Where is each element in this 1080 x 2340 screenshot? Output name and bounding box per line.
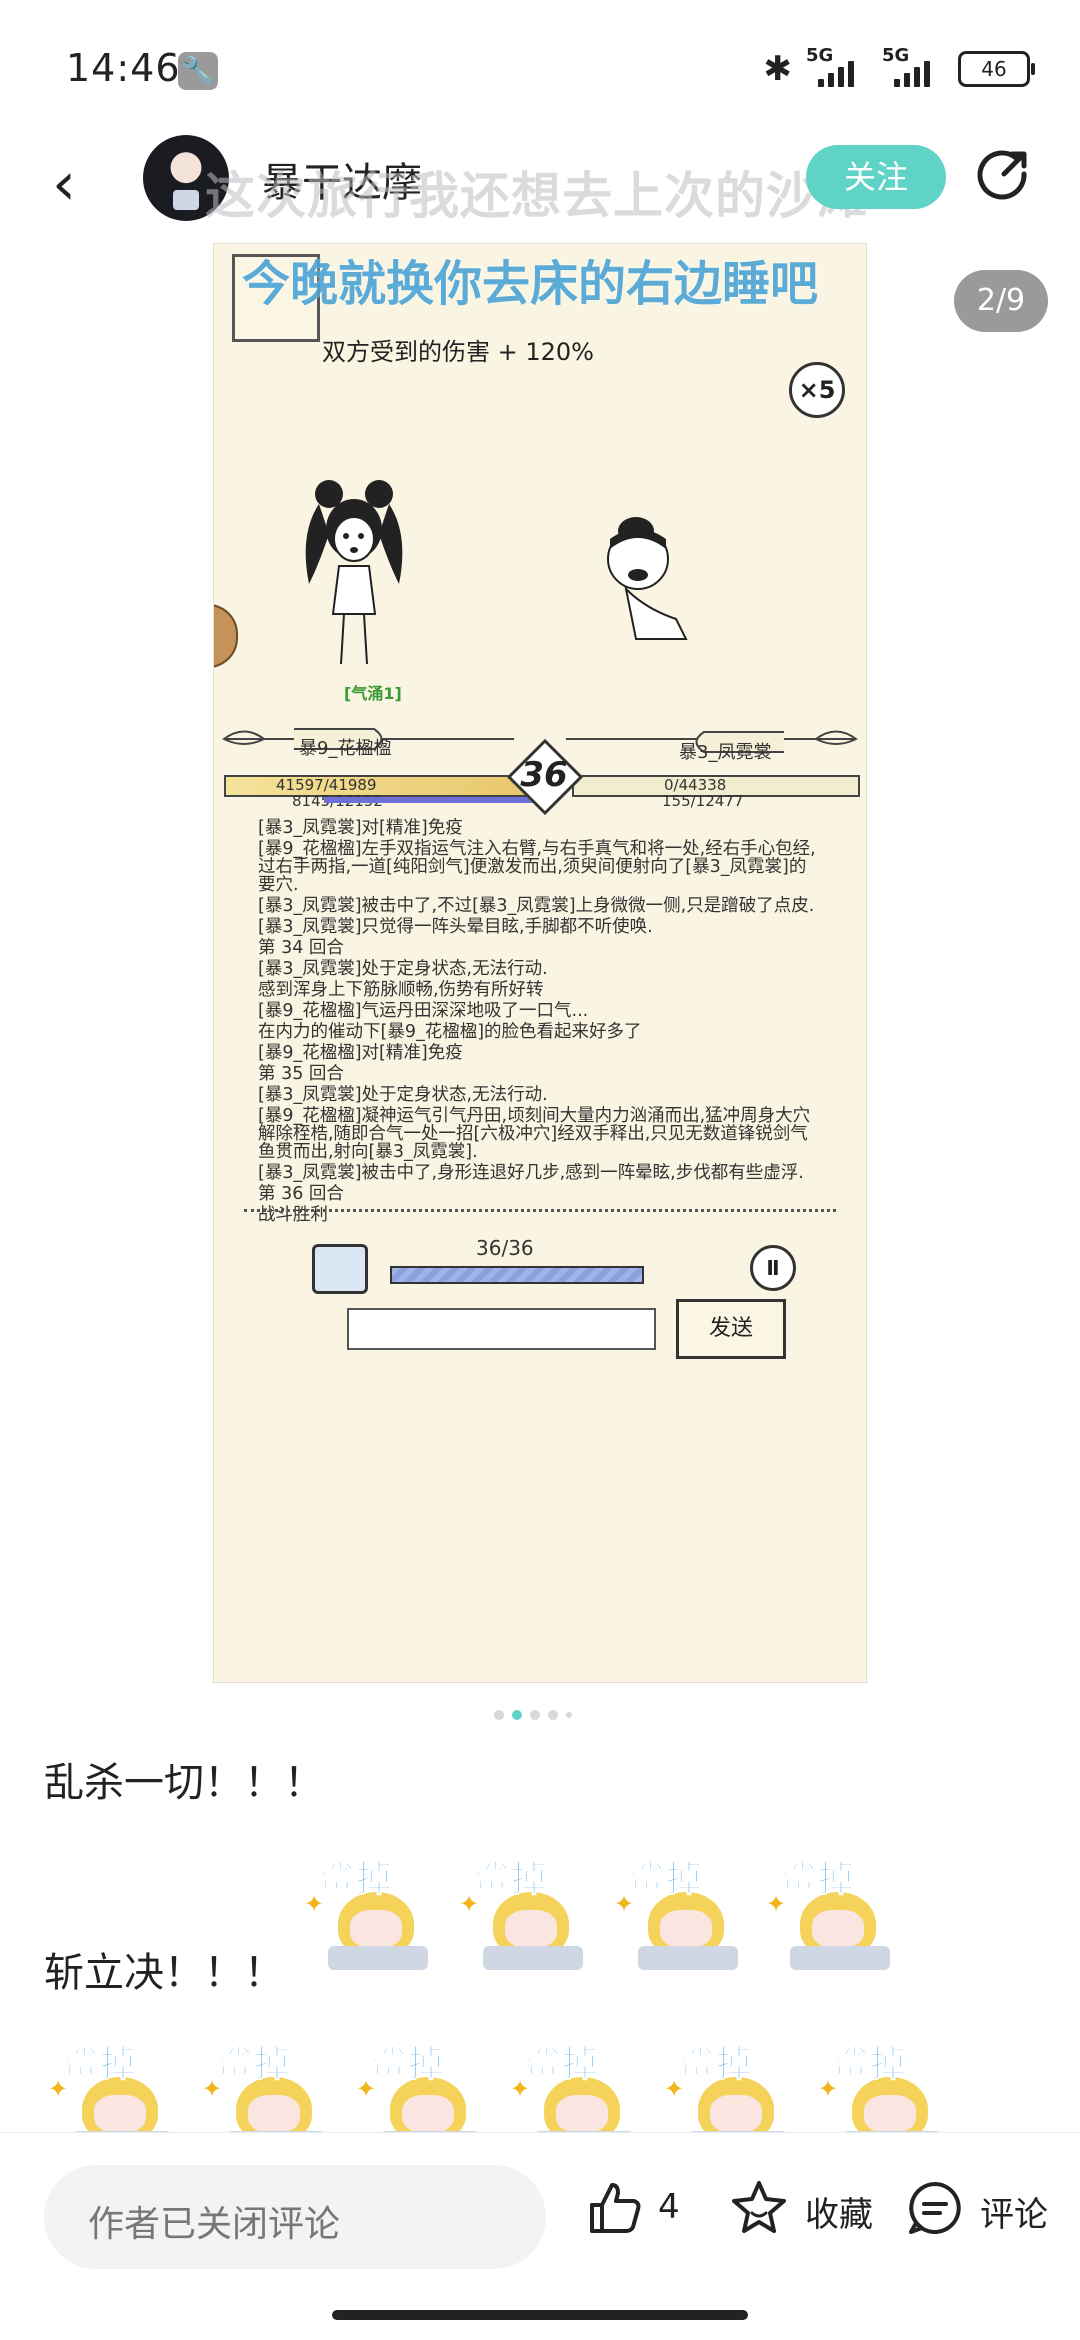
post-text-line-2: 斩立决！！！ (44, 1950, 284, 1996)
comment-label[interactable]: 评论 (980, 2187, 1048, 2236)
gallery-counter: 2/9 (954, 270, 1048, 332)
star-icon[interactable] (730, 2179, 788, 2237)
log-line: [暴3_凤霓裳]只觉得一阵头晕目眩,手脚都不听使唤. (258, 917, 653, 937)
log-line: [暴3_凤霓裳]被击中了,不过[暴3_凤霓裳]上身微微一侧,只是蹭破了点皮. (258, 896, 815, 916)
player1-name: 暴9_花楹楹 (299, 738, 392, 759)
game-dotted-divider (244, 1209, 836, 1212)
game-progress-label: 36/36 (476, 1236, 534, 1260)
log-line: [暴9_花楹楹]凝神运气引气丹田,顷刻间大量内力汹涌而出,猛冲周身大穴解除桎梏,… (258, 1106, 811, 1162)
home-indicator[interactable] (332, 2310, 748, 2320)
sticker-image: ✦ 鲨掉 (300, 1850, 440, 1980)
gallery-dots (494, 1710, 572, 1720)
player1-mp-bar (324, 797, 534, 803)
log-line: [暴3_凤霓裳]处于定身状态,无法行动. (258, 1085, 548, 1105)
post-header: ‹ 暴干达摩 这次旅行我还想去上次的沙滩 关注 (0, 130, 1080, 240)
bottom-action-bar: 作者已关闭评论 4 收藏 评论 (0, 2132, 1080, 2340)
follow-button[interactable]: 关注 (806, 145, 946, 209)
chat-icon (312, 1244, 368, 1294)
gallery-dot (494, 1710, 504, 1720)
log-line: [暴9_花楹楹]左手双指运气注入右臂,与右手真气和将一处,经右手心包经,过右手两… (258, 839, 816, 895)
gallery-dot-active (512, 1710, 522, 1720)
battle-log: [暴3_凤霓裳]对[精准]免疫 [暴9_花楹楹]左手双指运气注入右臂,与右手真气… (258, 819, 818, 1227)
log-line: 感到浑身上下筋脉顺畅,伤势有所好转 (258, 980, 544, 1000)
log-line: 第 36 回合 (258, 1184, 344, 1204)
gallery-dot (530, 1710, 540, 1720)
overlay-text-2: 今晚就换你去床的右边睡吧 (242, 256, 819, 312)
log-line: [暴9_花楹楹]气运丹田深深地吸了一口气... (258, 1001, 589, 1021)
comment-input[interactable]: 作者已关闭评论 (44, 2165, 546, 2269)
game-side-icon (214, 604, 238, 668)
game-buff: [气涌1] (344, 684, 402, 703)
character-man-icon (607, 517, 688, 640)
favorite-label[interactable]: 收藏 (805, 2187, 873, 2236)
game-multiplier: ×5 (789, 362, 845, 418)
log-line: [暴3_凤霓裳]被击中了,身形连退好几步,感到一阵晕眩,步伐都有些虚浮. (258, 1163, 804, 1183)
game-chat-input (347, 1308, 656, 1350)
wrench-icon: 🔧 (178, 52, 218, 90)
signal-icon-2: 5G (882, 45, 944, 89)
player1-hp-bar (224, 775, 548, 797)
character-girl-icon (305, 480, 403, 665)
game-progress-bar (390, 1266, 644, 1284)
pause-icon: Ⅱ (750, 1245, 796, 1291)
sticker-image: ✦ 鲨掉 (610, 1850, 750, 1980)
player2-name: 暴3_凤霓裳 (679, 742, 772, 763)
overlay-text-1: 这次旅行我还想去上次的沙滩 (205, 167, 868, 225)
share-icon[interactable] (976, 148, 1030, 202)
sticker-image: ✦ 鲨掉 (455, 1850, 595, 1980)
back-icon[interactable]: ‹ (52, 154, 76, 214)
sticker-image: ✦ 鲨掉 (762, 1850, 902, 1980)
log-line: [暴3_凤霓裳]处于定身状态,无法行动. (258, 959, 548, 979)
like-count[interactable]: 4 (658, 2187, 680, 2227)
battery-icon: 46 (958, 51, 1035, 87)
log-line: [暴9_花楹楹]对[精准]免疫 (258, 1043, 463, 1063)
comment-icon[interactable] (906, 2179, 964, 2237)
log-line: 第 35 回合 (258, 1064, 344, 1084)
log-line: 在内力的催动下[暴9_花楹楹]的脸色看起来好多了 (258, 1022, 642, 1042)
like-icon[interactable] (586, 2179, 644, 2237)
status-bar: 14:46 🔧 ✱ 5G 5G 46 (0, 0, 1080, 130)
player2-mp: 155/12477 (662, 792, 744, 810)
log-line: [暴3_凤霓裳]对[精准]免疫 (258, 818, 463, 838)
gallery-dot (566, 1712, 572, 1718)
post-image[interactable]: 双方受到的伤害 + 120% ×5 [气涌1] 暴9_花楹楹 暴3_凤霓裳 41… (213, 243, 867, 1683)
status-time: 14:46 (66, 46, 181, 90)
game-damage-text: 双方受到的伤害 + 120% (322, 338, 594, 366)
signal-icon: 5G (806, 45, 868, 89)
bluetooth-icon: ✱ (763, 49, 793, 89)
comment-placeholder: 作者已关闭评论 (88, 2204, 341, 2245)
post-text-line-1: 乱杀一切！！！ (44, 1760, 324, 1806)
gallery-dot (548, 1710, 558, 1720)
round-number: 36 (520, 755, 568, 795)
game-send-button: 发送 (676, 1299, 786, 1359)
log-line: 第 34 回合 (258, 938, 344, 958)
